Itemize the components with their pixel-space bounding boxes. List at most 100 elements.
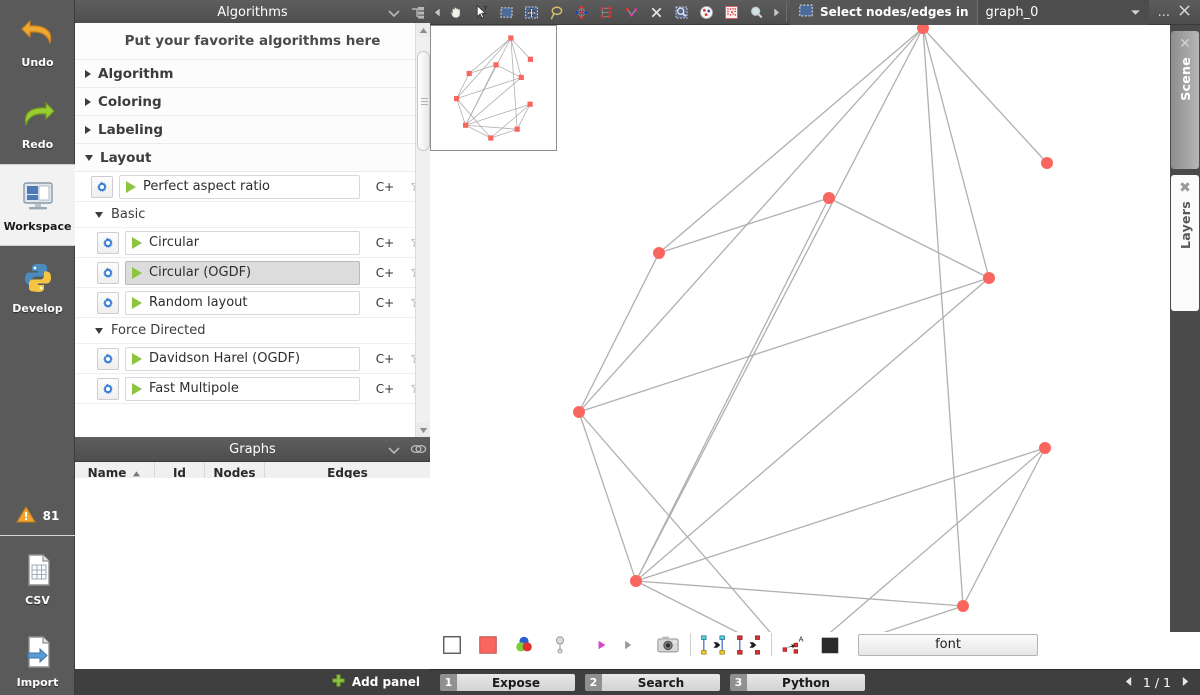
graph-edge[interactable] xyxy=(659,198,829,253)
select-neighbours-icon[interactable] xyxy=(719,0,744,25)
sidebar-item-workspace[interactable]: Workspace xyxy=(0,164,75,246)
add-node-edge-icon[interactable] xyxy=(594,0,619,25)
graph-edge[interactable] xyxy=(963,448,1045,606)
graph-edge[interactable] xyxy=(579,412,636,581)
gear-icon[interactable] xyxy=(97,262,119,284)
graph-node[interactable] xyxy=(463,123,468,128)
get-information-icon[interactable] xyxy=(694,0,719,25)
edit-edge-bends-icon[interactable] xyxy=(569,0,594,25)
graph-node[interactable] xyxy=(493,62,498,67)
cpp-badge[interactable]: C+ xyxy=(372,236,398,250)
category-layout[interactable]: Layout xyxy=(75,144,430,172)
graphs-table-body[interactable] xyxy=(75,478,430,669)
algorithm-row[interactable]: Davidson Harel (OGDF) C+ xyxy=(75,344,430,374)
graph-node[interactable] xyxy=(1039,442,1051,454)
cpp-badge[interactable]: C+ xyxy=(372,296,398,310)
algorithm-name-button[interactable]: Fast Multipole xyxy=(125,377,360,401)
graph-node[interactable] xyxy=(957,600,969,612)
category-coloring[interactable]: Coloring xyxy=(75,88,430,116)
cpp-badge[interactable]: C+ xyxy=(372,382,398,396)
algorithm-name-button[interactable]: Circular xyxy=(125,231,360,255)
scroll-right-icon[interactable] xyxy=(769,0,783,25)
edge-arrow-forward-icon[interactable] xyxy=(578,632,614,657)
distribute-nodes-icon[interactable] xyxy=(731,632,767,657)
status-tab-search[interactable]: 2 Search xyxy=(585,674,720,691)
prev-triangle-icon[interactable] xyxy=(1124,675,1133,690)
next-triangle-icon[interactable] xyxy=(1181,675,1190,690)
selection-mode-button[interactable]: Select nodes/edges in xyxy=(790,0,977,25)
status-tab-python[interactable]: 3 Python xyxy=(730,674,865,691)
background-color-swatch[interactable] xyxy=(434,632,470,657)
gear-icon[interactable] xyxy=(97,378,119,400)
graph-edge[interactable] xyxy=(796,606,963,632)
graph-edge[interactable] xyxy=(457,99,466,126)
graph-node[interactable] xyxy=(823,192,835,204)
tab-layers[interactable]: ✖ Layers xyxy=(1171,175,1199,311)
graph-node[interactable] xyxy=(519,75,524,80)
graph-edge[interactable] xyxy=(496,65,521,78)
algorithm-name-button[interactable]: Perfect aspect ratio xyxy=(119,175,360,199)
algorithm-row[interactable]: Perfect aspect ratio C+ xyxy=(75,172,430,202)
add-edge-icon[interactable] xyxy=(619,0,644,25)
sidebar-item-csv[interactable]: CSV xyxy=(0,538,75,620)
delete-element-icon[interactable] xyxy=(644,0,669,25)
link-chain-icon[interactable] xyxy=(410,442,426,458)
lasso-select-icon[interactable] xyxy=(544,0,569,25)
graph-edge[interactable] xyxy=(579,412,796,632)
cpp-badge[interactable]: C+ xyxy=(372,180,398,194)
gear-icon[interactable] xyxy=(97,232,119,254)
node-color-mapping-icon[interactable] xyxy=(506,632,542,657)
align-nodes-icon[interactable] xyxy=(695,632,731,657)
graph-node[interactable] xyxy=(1041,157,1053,169)
redo-button[interactable]: Redo xyxy=(0,82,75,164)
graph-node[interactable] xyxy=(983,272,995,284)
graph-edge[interactable] xyxy=(636,581,796,632)
category-algorithm[interactable]: Algorithm xyxy=(75,60,430,88)
node-size-icon[interactable] xyxy=(542,632,578,657)
collapse-chevron-icon[interactable] xyxy=(386,442,402,458)
graph-node[interactable] xyxy=(515,127,520,132)
graph-node[interactable] xyxy=(508,35,513,40)
cpp-badge[interactable]: C+ xyxy=(372,266,398,280)
graph-node[interactable] xyxy=(573,406,585,418)
algorithms-list[interactable]: Put your favorite algorithms here Algori… xyxy=(75,23,430,437)
graph-edge[interactable] xyxy=(636,278,989,581)
graph-edge[interactable] xyxy=(466,125,518,129)
edge-arrow-backward-icon[interactable] xyxy=(614,632,650,657)
graph-edge[interactable] xyxy=(636,581,963,606)
sidebar-item-import[interactable]: Import xyxy=(0,620,75,695)
pan-hand-icon[interactable] xyxy=(444,0,469,25)
algorithm-name-button[interactable]: Davidson Harel (OGDF) xyxy=(125,347,360,371)
graph-node[interactable] xyxy=(454,96,459,101)
group-force-directed[interactable]: Force Directed xyxy=(75,318,430,344)
zoom-tool-icon[interactable] xyxy=(744,0,769,25)
label-color-swatch[interactable] xyxy=(812,632,848,657)
graph-node[interactable] xyxy=(527,102,532,107)
undo-button[interactable]: Undo xyxy=(0,0,75,82)
magnifying-rect-icon[interactable] xyxy=(669,0,694,25)
gear-icon[interactable] xyxy=(91,176,113,198)
graph-edge[interactable] xyxy=(491,104,530,138)
warning-indicator[interactable]: 81 xyxy=(0,496,75,536)
font-button[interactable]: font xyxy=(858,634,1038,656)
tab-scene[interactable]: ✕ Scene xyxy=(1171,31,1199,169)
graph-edge[interactable] xyxy=(923,28,989,278)
graph-node[interactable] xyxy=(653,247,665,259)
graph-edge[interactable] xyxy=(636,28,923,581)
collapse-chevron-icon[interactable] xyxy=(386,5,402,21)
rectangle-select-icon[interactable] xyxy=(494,0,519,25)
algorithm-name-button[interactable]: Circular (OGDF) xyxy=(125,261,360,285)
add-panel-label[interactable]: Add panel xyxy=(352,675,420,689)
graph-edge[interactable] xyxy=(579,253,659,412)
select-cursor-icon[interactable]: ? xyxy=(469,0,494,25)
graph-selector-combo[interactable]: graph_0 xyxy=(977,0,1149,25)
dock-undock-icon[interactable] xyxy=(410,5,426,21)
close-x-icon[interactable]: ✖ xyxy=(1179,181,1191,195)
graph-edge[interactable] xyxy=(579,28,923,412)
graph-edge[interactable] xyxy=(796,448,1045,632)
view-options-button[interactable]: ... xyxy=(1158,5,1170,20)
graph-edge[interactable] xyxy=(491,129,517,138)
gear-icon[interactable] xyxy=(97,292,119,314)
algorithms-scrollbar[interactable] xyxy=(415,23,430,437)
algorithm-row-selected[interactable]: Circular (OGDF) C+ xyxy=(75,258,430,288)
